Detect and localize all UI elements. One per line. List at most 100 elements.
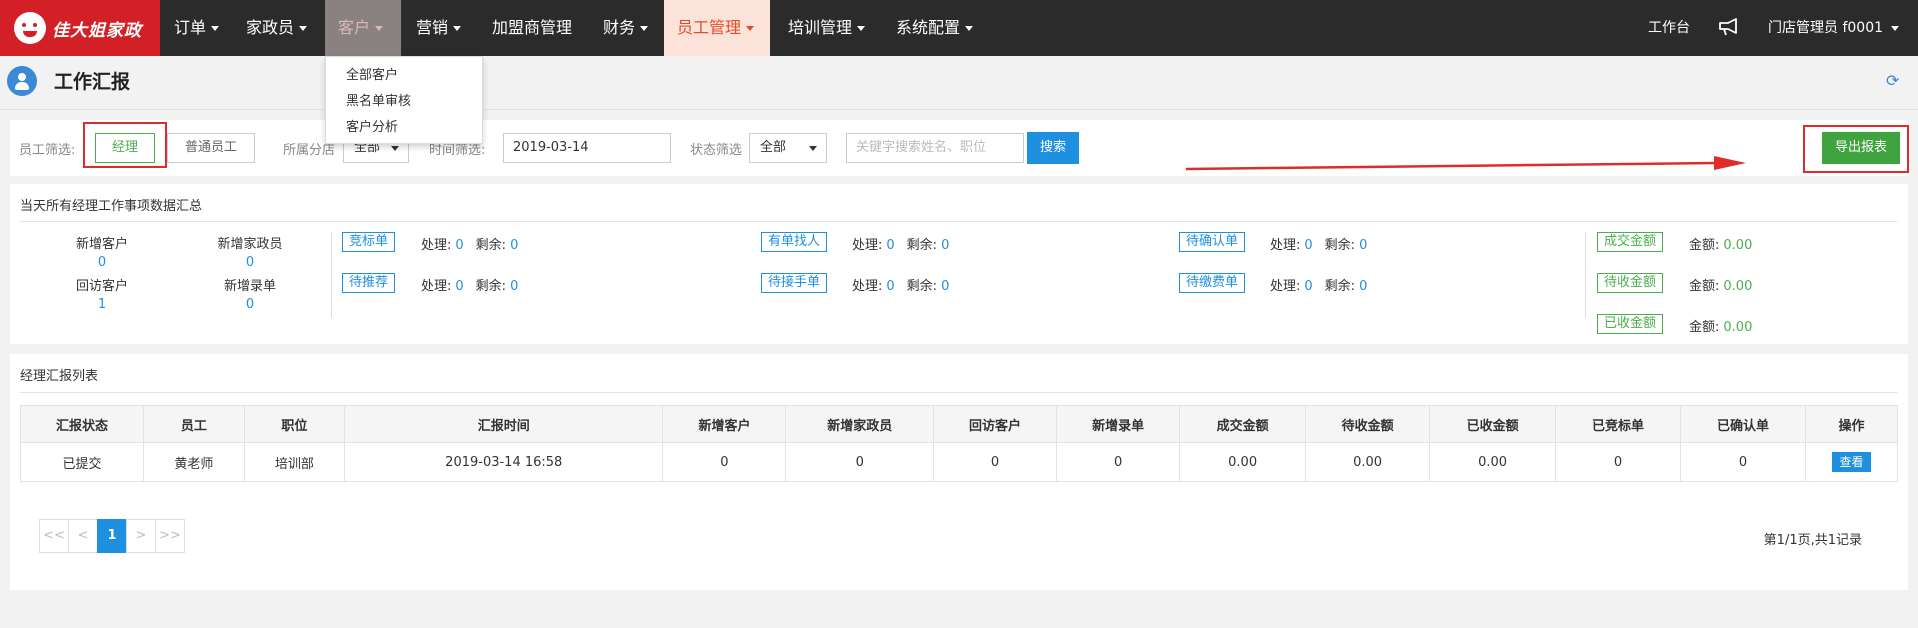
processed-value: 0 (1304, 279, 1313, 294)
caret-down-icon (857, 26, 866, 31)
task-tag[interactable]: 待确认单 (1179, 232, 1246, 252)
remain-label: 剩余: (1324, 238, 1356, 253)
remain-label: 剩余: (475, 238, 507, 253)
brand-face-icon (14, 12, 46, 44)
page-title: 工作汇报 (54, 71, 131, 93)
top-navbar: 佳大姐家政 订单 家政员 客户 营销 加盟商管理 财务 员工管理 培训管理 系统… (0, 0, 1918, 56)
processed-value: 0 (455, 238, 464, 253)
page-prev-button[interactable]: < (68, 519, 98, 553)
amount-value: 0.00 (1723, 279, 1753, 294)
status-select[interactable]: 全部 (749, 133, 827, 163)
column-header: 员工 (143, 405, 245, 443)
status-cell: 已提交 (19, 442, 145, 482)
confirmed-orders-cell: 0 (1680, 442, 1806, 482)
revisits-cell: 0 (933, 442, 1058, 482)
table-row: 已提交 黄老师 培训部 2019-03-14 16:58 0 0 0 0 0.0… (19, 442, 1899, 482)
nav-marketing[interactable]: 营销 (403, 0, 474, 56)
page-first-button[interactable]: << (39, 519, 69, 553)
nav-training[interactable]: 培训管理 (775, 0, 878, 56)
nav-customers[interactable]: 客户 (325, 0, 401, 56)
highlight-box (1803, 125, 1909, 173)
menu-item-blacklist-review[interactable]: 黑名单审核 (326, 89, 482, 115)
divider (331, 232, 332, 318)
date-input[interactable]: 2019-03-14 (503, 133, 671, 163)
nav-user-menu[interactable]: 门店管理员 f0001 (1768, 0, 1900, 56)
task-stats: 处理: 0 剩余: 0 (852, 234, 961, 253)
nav-system-config[interactable]: 系统配置 (883, 0, 986, 56)
remaining-value: 0 (941, 279, 950, 294)
task-tag[interactable]: 竞标单 (342, 232, 396, 252)
column-header: 待收金额 (1305, 405, 1431, 443)
task-tag[interactable]: 待推荐 (342, 273, 396, 293)
nav-workers[interactable]: 家政员 (233, 0, 320, 56)
nav-finance[interactable]: 财务 (590, 0, 661, 56)
search-button[interactable]: 搜索 (1027, 132, 1079, 164)
column-header: 汇报时间 (344, 405, 664, 443)
caret-down-icon (746, 26, 755, 31)
menu-item-customer-analysis[interactable]: 客户分析 (326, 115, 482, 141)
nav-label: 加盟商管理 (492, 18, 573, 37)
task-tag[interactable]: 待缴费单 (1179, 273, 1246, 293)
nav-workbench[interactable]: 工作台 (1648, 0, 1690, 56)
remain-label: 剩余: (906, 238, 938, 253)
caret-down-icon (211, 26, 220, 31)
nav-franchise[interactable]: 加盟商管理 (479, 0, 585, 56)
nav-label: 订单 (174, 18, 207, 37)
normal-staff-filter-button[interactable]: 普通员工 (167, 133, 255, 163)
column-header: 已收金额 (1429, 405, 1557, 443)
task-stats: 处理: 0 剩余: 0 (421, 234, 530, 253)
caret-down-icon (1891, 25, 1900, 31)
nav-label: 客户 (338, 18, 371, 37)
task-stats: 处理: 0 剩余: 0 (421, 275, 530, 294)
brand-logo[interactable]: 佳大姐家政 (0, 0, 160, 56)
divider (20, 221, 1898, 222)
page-number-button[interactable]: 1 (97, 519, 127, 553)
status-filter-label: 状态筛选 (690, 143, 743, 158)
processed-value: 0 (1304, 238, 1313, 253)
amount-label: 金额: (1689, 279, 1720, 294)
task-tag[interactable]: 有单找人 (761, 232, 828, 252)
nav-label: 员工管理 (677, 18, 742, 37)
highlight-box (83, 122, 167, 168)
menu-item-all-customers[interactable]: 全部客户 (326, 63, 482, 89)
page-next-button[interactable]: > (126, 519, 156, 553)
column-header: 职位 (243, 405, 346, 443)
amount-stat: 金额: 0.00 (1689, 316, 1752, 335)
processed-value: 0 (455, 279, 464, 294)
process-label: 处理: (1270, 279, 1301, 294)
divider (1585, 232, 1586, 318)
column-header: 汇报状态 (19, 405, 145, 443)
column-header: 已竞标单 (1555, 405, 1682, 443)
nav-staff-management[interactable]: 员工管理 (664, 0, 770, 56)
pagination-info: 第1/1页,共1记录 (1763, 533, 1862, 548)
divider (20, 392, 1898, 393)
bid-orders-cell: 0 (1555, 442, 1682, 482)
report-list-panel: 经理汇报列表 汇报状态 员工 职位 汇报时间 新增客户 新增家政员 回访客户 新… (10, 354, 1908, 590)
summary-panel: 当天所有经理工作事项数据汇总 新增客户 0 新增家政员 0 回访客户 1 新增录… (10, 184, 1908, 344)
nav-label: 财务 (603, 18, 636, 37)
column-header: 操作 (1804, 405, 1899, 443)
task-stats: 处理: 0 剩余: 0 (852, 275, 961, 294)
amount-value: 0.00 (1723, 238, 1753, 253)
column-header: 新增家政员 (785, 405, 935, 443)
caret-down-icon (391, 146, 399, 151)
amount-tag: 已收金额 (1597, 314, 1664, 334)
user-name: 门店管理员 f0001 (1768, 20, 1884, 36)
caret-down-icon (809, 146, 817, 151)
task-tag[interactable]: 待接手单 (761, 273, 828, 293)
time-cell: 2019-03-14 16:58 (344, 442, 664, 482)
remaining-value: 0 (941, 238, 950, 253)
process-label: 处理: (1270, 238, 1301, 253)
view-button[interactable]: 查看 (1832, 452, 1871, 472)
megaphone-icon[interactable] (1718, 17, 1740, 37)
caret-down-icon (299, 26, 308, 31)
annotation-arrow (1186, 156, 1746, 171)
amount-label: 金额: (1689, 320, 1720, 335)
caret-down-icon (453, 26, 462, 31)
page-last-button[interactable]: >> (155, 519, 185, 553)
keyword-search-input[interactable]: 关键字搜索姓名、职位 (846, 133, 1024, 163)
user-avatar-icon (7, 66, 37, 96)
stat-value: 0 (245, 297, 255, 312)
nav-orders[interactable]: 订单 (161, 0, 232, 56)
refresh-icon[interactable]: ⟳ (1886, 73, 1902, 89)
